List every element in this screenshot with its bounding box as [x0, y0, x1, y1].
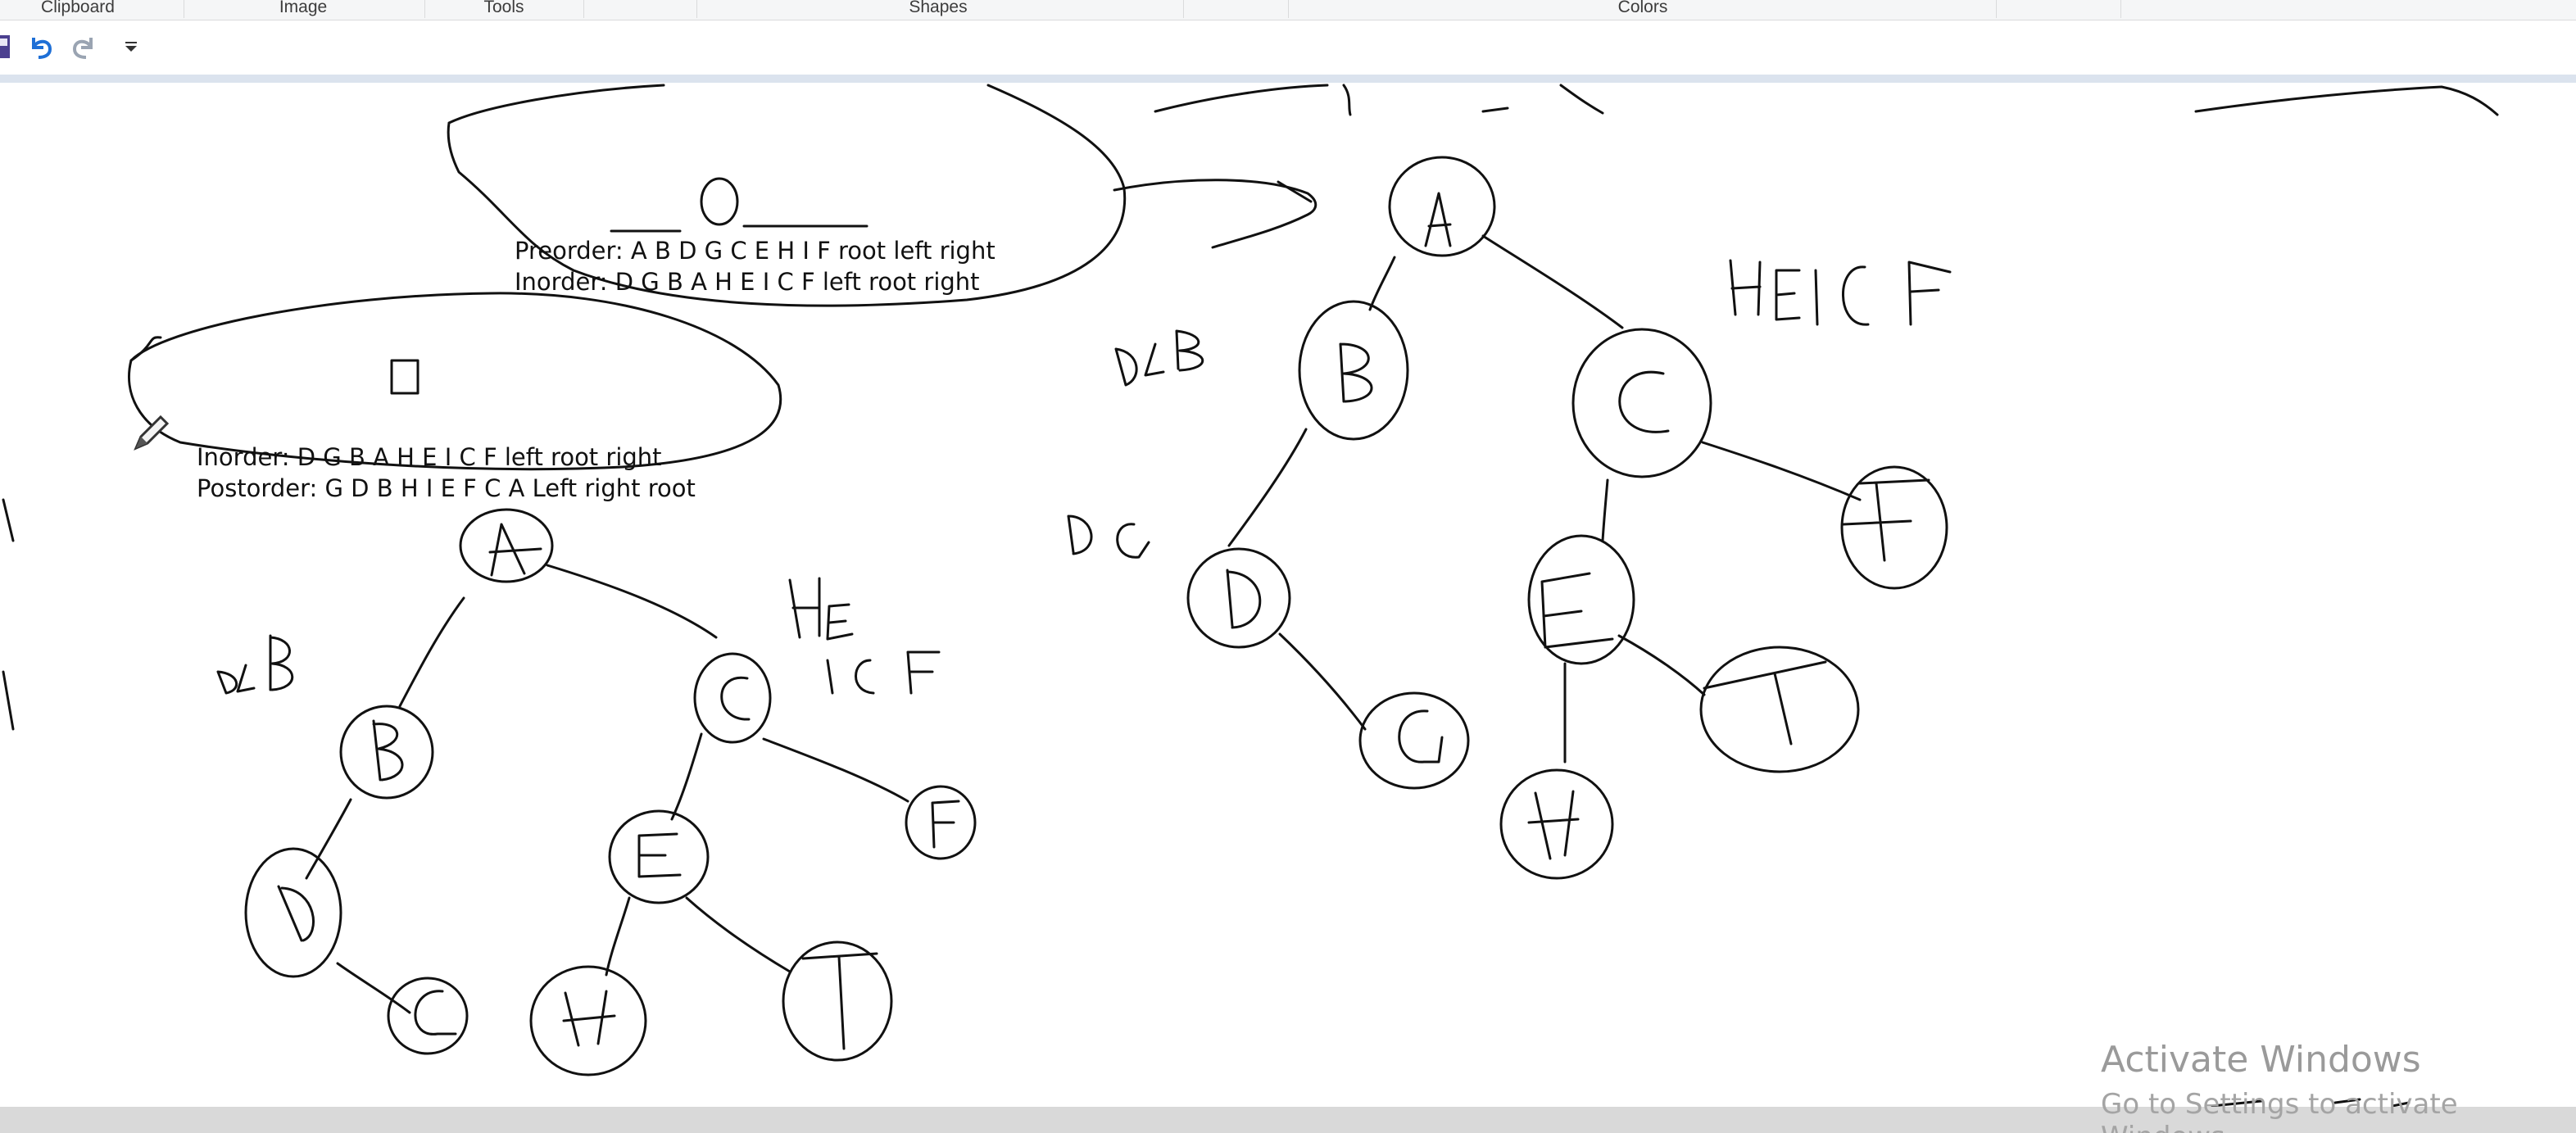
stray-stroke [1559, 84, 1604, 115]
paint-window: Clipboard Image Tools Shapes Colors Preo… [0, 0, 2576, 1133]
ribbon-group-colors[interactable]: Colors [1295, 0, 1991, 20]
tree-node-letter [488, 523, 542, 577]
ribbon-divider [424, 0, 425, 18]
box-mark [390, 359, 420, 395]
tree-edge [1278, 632, 1367, 731]
canvas-drawing [2, 84, 2499, 1107]
tree-node-circle [387, 977, 469, 1055]
handwritten-label [1067, 514, 1150, 559]
tree-node-circle [1499, 768, 1614, 880]
ribbon-group-image[interactable]: Image [197, 0, 410, 20]
handwritten-label [826, 650, 941, 695]
tree-edge [1601, 478, 1609, 542]
tree-node-letter [372, 719, 404, 782]
tree-edge [1481, 234, 1624, 329]
tree-node-circle [244, 847, 342, 978]
stray-stroke [1481, 107, 1509, 113]
drawing-canvas[interactable]: Preorder: A B D G C E H I F root left ri… [0, 83, 2576, 1107]
handwritten-label [216, 634, 294, 695]
note-left-line1: Inorder: D G B A H E I C F left root rig… [197, 443, 662, 471]
tree-edge [1701, 441, 1862, 501]
pencil-stroke [129, 336, 162, 362]
tree-node-circle [1298, 300, 1409, 441]
tree-edge [546, 564, 718, 639]
tree-edge [336, 962, 411, 1014]
ribbon-divider [1183, 0, 1184, 18]
tree-edge [398, 596, 465, 708]
ribbon-divider [2120, 0, 2121, 18]
handwritten-label [1729, 259, 1952, 326]
tree-edge [1368, 256, 1396, 311]
undo-icon[interactable] [25, 30, 57, 63]
tree-node-letter [801, 952, 878, 1050]
tree-node-letter [1424, 192, 1452, 247]
tree-node-circle [1358, 691, 1470, 790]
ribbon-divider [1288, 0, 1289, 18]
tree-node-letter [562, 990, 616, 1047]
stray-stroke [2, 670, 15, 731]
ribbon-group-labels: Clipboard Image Tools Shapes Colors [0, 0, 2576, 20]
ribbon-group-clipboard[interactable]: Clipboard [0, 0, 156, 20]
tree-node-letter [1398, 709, 1444, 764]
tree-edge [685, 896, 791, 973]
note-top-line1: Preorder: A B D G C E H I F root left ri… [515, 237, 995, 265]
save-icon[interactable] [0, 30, 13, 63]
tree-node-letter [637, 832, 682, 878]
tree-node-letter [1527, 790, 1580, 860]
handwritten-label [1114, 329, 1204, 387]
tree-edge [762, 737, 909, 803]
tree-edge [605, 896, 631, 977]
tree-edge [1227, 428, 1308, 547]
tree-node-circle [608, 809, 710, 904]
ribbon-group-tools[interactable]: Tools [434, 0, 574, 20]
tree-node-circle [1571, 328, 1712, 478]
customize-dropdown-icon[interactable] [115, 30, 147, 63]
activation-watermark-title: Activate Windows [2101, 1039, 2421, 1081]
tree-node-letter [931, 800, 960, 849]
stray-stroke [1154, 84, 1329, 113]
tree-node-circle [1699, 646, 1860, 773]
tree-node-letter [1540, 572, 1614, 649]
tree-edge [305, 798, 352, 880]
note-left-line2: Postorder: G D B H I E F C A Left right … [197, 474, 696, 502]
tree-node-circle [693, 652, 772, 744]
activation-watermark-subtitle: Go to Settings to activate Windows [2101, 1088, 2458, 1133]
tree-edge [1617, 634, 1706, 696]
tree-node-letter [720, 676, 751, 721]
tree-node-circle [529, 965, 647, 1076]
note-top-line2: Inorder: D G B A H E I C F left root rig… [515, 268, 980, 296]
note-bubble-arrow [1113, 179, 1317, 249]
tree-node-circle [782, 940, 893, 1062]
tree-node-circle [459, 508, 554, 583]
ribbon-divider [1996, 0, 1997, 18]
tree-node-letter [1226, 569, 1262, 629]
circle-mark [700, 177, 739, 226]
handwritten-label [788, 577, 854, 641]
tree-node-letter [414, 990, 457, 1036]
tree-node-letter [1618, 370, 1670, 433]
tree-node-letter [1703, 660, 1827, 746]
stray-stroke [2, 498, 15, 542]
tree-node-letter [1842, 478, 1930, 562]
ribbon-group-shapes[interactable]: Shapes [696, 0, 1180, 20]
ribbon-divider [583, 0, 584, 18]
tree-node-circle [339, 705, 434, 800]
tree-node-letter [1339, 342, 1373, 403]
pencil-cursor-icon [134, 415, 170, 451]
redo-icon[interactable] [67, 30, 100, 63]
tree-node-letter [277, 885, 315, 942]
tree-node-circle [1840, 465, 1948, 590]
tree-edge [670, 732, 703, 821]
stray-stroke [2194, 85, 2499, 116]
tree-node-circle [1186, 547, 1291, 649]
stray-stroke [1342, 84, 1352, 116]
quick-access-toolbar [0, 20, 2576, 83]
